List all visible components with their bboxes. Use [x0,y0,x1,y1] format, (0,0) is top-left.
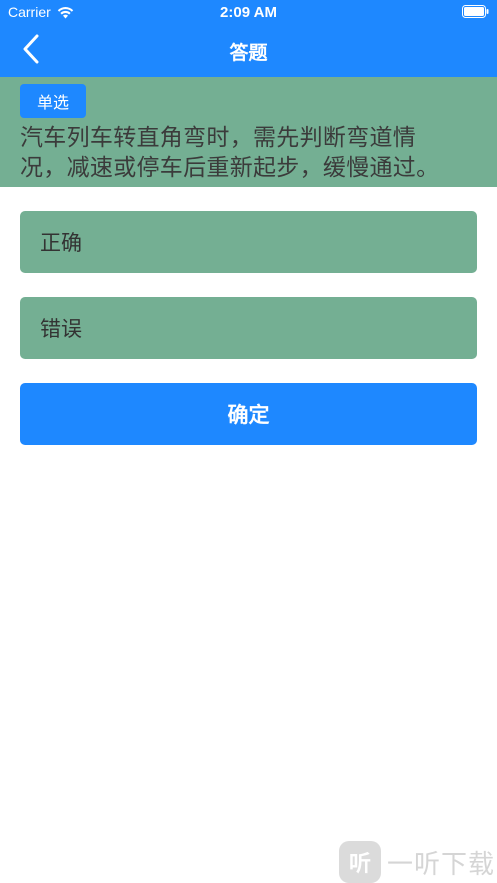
app-screen: Carrier 2:09 AM 答题 单选 汽车列车转直角弯时，需先判断弯道情况… [0,0,497,883]
confirm-button[interactable]: 确定 [20,383,477,445]
page-title: 答题 [229,42,268,64]
option-label: 正确 [40,231,82,255]
watermark: 听 一听下载 [338,841,495,883]
option-false[interactable]: 错误 [20,297,477,359]
watermark-logo: 听 [338,841,381,883]
navigation-bar: Carrier 2:09 AM 答题 [0,0,497,77]
status-time: 2:09 AM [220,4,277,21]
option-true[interactable]: 正确 [20,211,477,273]
question-type-badge: 单选 [20,84,86,118]
question-text: 汽车列车转直角弯时，需先判断弯道情况，减速或停车后重新起步，缓慢通过。 [20,125,440,181]
question-panel: 单选 汽车列车转直角弯时，需先判断弯道情况，减速或停车后重新起步，缓慢通过。 [0,77,497,187]
option-label: 错误 [40,317,82,341]
battery-icon [462,5,489,18]
watermark-text: 一听下载 [386,849,495,880]
